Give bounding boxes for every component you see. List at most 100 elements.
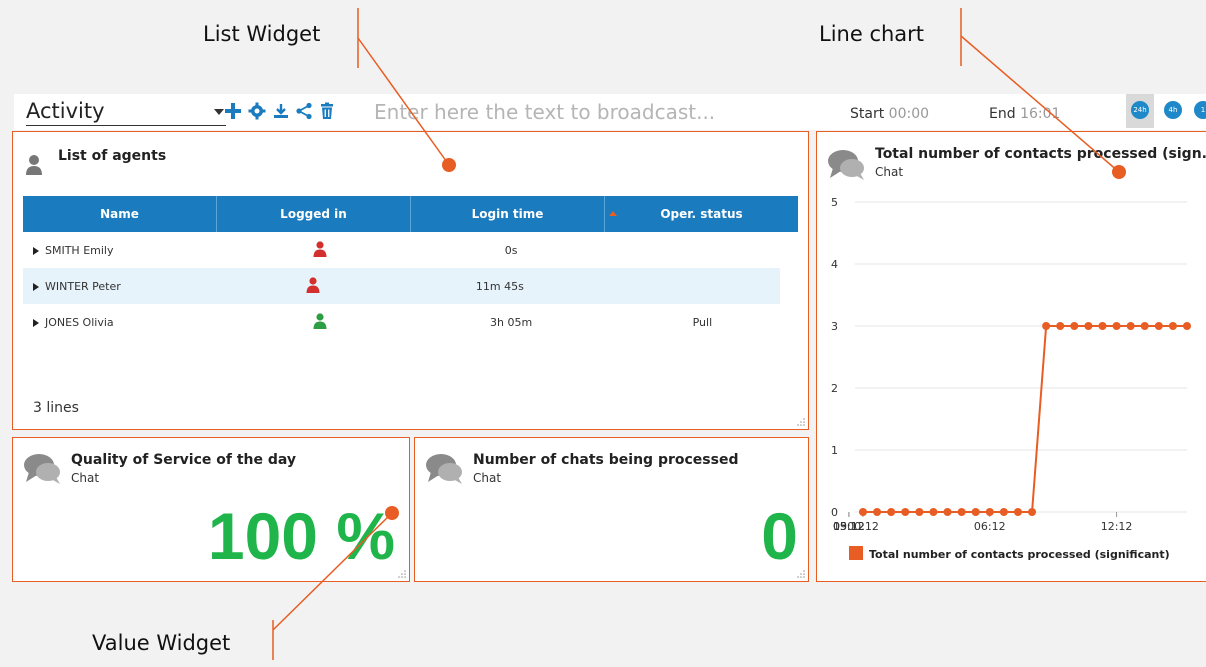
logged-in-cell — [224, 240, 415, 260]
y-tick-label: 2 — [831, 382, 838, 395]
dashboard-name: Activity — [26, 99, 105, 123]
data-point — [1112, 322, 1121, 330]
person-status-icon — [306, 276, 320, 293]
data-point — [901, 508, 910, 516]
data-point — [999, 508, 1008, 516]
data-point — [943, 508, 952, 516]
resize-handle-icon[interactable] — [398, 570, 406, 578]
legend-swatch — [849, 546, 863, 560]
data-point — [985, 508, 994, 516]
chats-value: 0 — [761, 499, 798, 573]
data-point — [1070, 322, 1079, 330]
table-header: Name Logged in Login time Oper. status — [23, 196, 798, 232]
widget-title: Quality of Service of the day — [71, 452, 297, 468]
row-count-footer: 3 lines — [33, 400, 79, 416]
data-point — [1056, 322, 1065, 330]
legend-label: Total number of contacts processed (sign… — [869, 548, 1170, 561]
expand-triangle-icon[interactable] — [33, 282, 39, 291]
data-point — [1028, 508, 1037, 516]
period-24h-button[interactable]: 24h — [1131, 101, 1149, 119]
data-point — [915, 508, 924, 516]
series-line — [863, 325, 1187, 513]
y-tick-label: 5 — [831, 196, 838, 209]
callout-value-widget: Value Widget — [92, 631, 231, 655]
period-1h-button[interactable]: 1 — [1194, 101, 1206, 119]
data-point — [1168, 322, 1177, 330]
chat-icon — [24, 454, 60, 484]
data-point — [1154, 322, 1163, 330]
dashboard-select[interactable]: Activity — [26, 98, 226, 126]
agents-table: Name Logged in Login time Oper. status S… — [23, 196, 798, 340]
table-row[interactable]: SMITH Emily 0s — [23, 232, 798, 268]
column-header-login-time[interactable]: Login time — [411, 196, 605, 232]
column-header-oper-status[interactable]: Oper. status — [605, 196, 798, 232]
x-tick-label: 15:12 — [833, 520, 865, 533]
data-point — [1126, 322, 1135, 330]
expand-triangle-icon[interactable] — [33, 318, 39, 327]
column-header-logged-in[interactable]: Logged in — [217, 196, 411, 232]
logged-in-cell — [224, 312, 415, 332]
login-time-cell: 0s — [504, 243, 518, 257]
sort-asc-icon — [609, 211, 617, 216]
y-tick-label: 4 — [831, 258, 838, 271]
end-time-label[interactable]: End 16:01 — [989, 106, 1060, 122]
end-time-value: 16:01 — [1020, 106, 1061, 122]
data-point — [859, 508, 867, 516]
chats-value-widget: Number of chats being processed Chat 0 — [414, 437, 809, 582]
table-body: SMITH Emily 0s WINTER Peter 11m 45s JONES Ol… — [23, 232, 798, 340]
data-point — [1013, 508, 1022, 516]
widget-title: Number of chats being processed — [473, 452, 739, 468]
agent-name-cell[interactable]: SMITH Emily — [23, 244, 224, 257]
y-tick-label: 1 — [831, 444, 838, 457]
qos-value: 100 % — [207, 499, 395, 573]
table-row[interactable]: JONES Olivia 3h 05m Pull — [23, 304, 798, 340]
agents-list-widget: List of agents Name Logged in Login time… — [12, 131, 809, 430]
widget-title: List of agents — [58, 148, 167, 164]
login-time-cell: 11m 45s — [475, 279, 524, 293]
qos-value-widget: Quality of Service of the day Chat 100 % — [12, 437, 410, 582]
widget-subtitle: Chat — [473, 471, 502, 485]
resize-handle-icon[interactable] — [797, 418, 805, 426]
person-status-icon — [313, 312, 327, 329]
user-icon — [26, 155, 42, 175]
line-chart-widget: Total number of contacts processed (sign… — [816, 131, 1206, 582]
data-point — [957, 508, 966, 516]
data-point — [1042, 322, 1051, 330]
agent-name-cell[interactable]: WINTER Peter — [23, 280, 220, 293]
widget-subtitle: Chat — [71, 471, 100, 485]
x-tick-label: 12:12 — [1101, 520, 1133, 533]
gear-icon[interactable] — [248, 102, 266, 120]
data-point — [1140, 322, 1149, 330]
agent-name-cell[interactable]: JONES Olivia — [23, 316, 224, 329]
data-point — [1084, 322, 1093, 330]
logged-in-cell — [220, 276, 407, 296]
x-tick-label: 06:12 — [974, 520, 1006, 533]
broadcast-input[interactable] — [374, 98, 794, 126]
expand-triangle-icon[interactable] — [33, 246, 39, 255]
person-status-icon — [313, 240, 327, 257]
screenshot-stage: List Widget Line chart Value Widget Acti… — [0, 0, 1206, 667]
resize-handle-icon[interactable] — [797, 570, 805, 578]
data-point — [1183, 322, 1191, 330]
start-time-value: 00:00 — [888, 106, 930, 122]
y-tick-label: 3 — [831, 320, 838, 333]
chevron-down-icon — [214, 109, 224, 115]
start-time-label[interactable]: Start 00:00 — [850, 106, 929, 122]
login-time-cell: 3h 05m — [490, 315, 533, 329]
period-4h-button[interactable]: 4h — [1164, 101, 1182, 119]
data-point — [887, 508, 896, 516]
line-chart: 01234500:1203:12 06:1209:12 12:1215:12Tota… — [831, 196, 1191, 561]
callout-list-widget: List Widget — [203, 22, 321, 46]
data-point — [929, 508, 938, 516]
trash-icon[interactable] — [318, 102, 336, 120]
table-row[interactable]: WINTER Peter 11m 45s — [23, 268, 780, 304]
data-point — [873, 508, 882, 516]
plus-icon[interactable] — [224, 102, 242, 120]
callout-line-chart: Line chart — [819, 22, 925, 46]
data-point — [1098, 322, 1107, 330]
download-icon[interactable] — [272, 102, 290, 120]
column-header-name[interactable]: Name — [23, 196, 217, 232]
oper-status-cell: Pull — [692, 315, 713, 329]
share-icon[interactable] — [295, 102, 313, 120]
dashboard-toolbar: Activity Start 00:00 End 16: — [14, 94, 1206, 130]
